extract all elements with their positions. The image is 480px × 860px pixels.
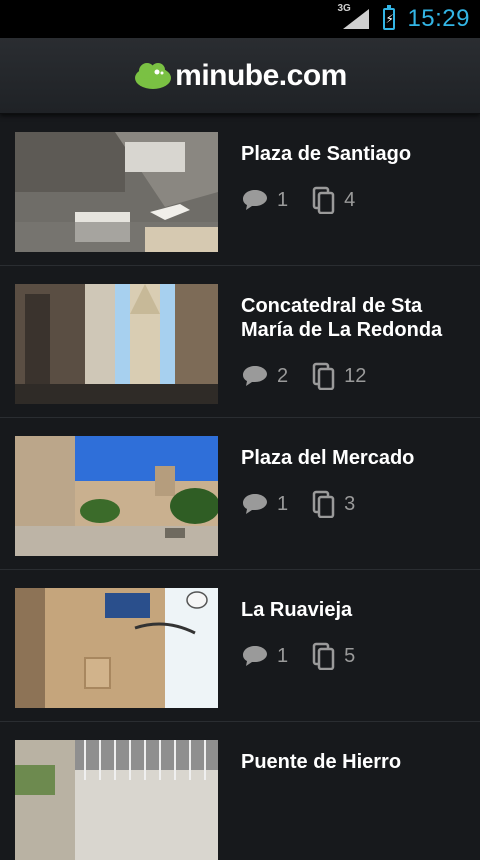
photo-stack-icon — [312, 362, 335, 390]
comment-count: 1 — [241, 188, 288, 212]
clock: 15:29 — [407, 5, 470, 32]
speech-bubble-icon — [243, 190, 267, 210]
place-thumbnail — [15, 740, 218, 860]
list-item[interactable]: La Ruavieja 1 5 — [0, 570, 480, 722]
logo-text: minube.com — [175, 58, 347, 92]
photo-stack-icon — [312, 186, 335, 214]
status-bar: 3G ⚡ 15:29 — [0, 0, 480, 38]
list-item[interactable]: Concatedral de Sta María de La Redonda 2… — [0, 266, 480, 418]
speech-bubble-icon — [243, 646, 267, 666]
place-title: La Ruavieja — [241, 599, 353, 621]
place-title: Puente de Hierro — [241, 751, 402, 773]
photo-stack-icon — [312, 490, 335, 518]
place-thumbnail — [15, 284, 218, 404]
list-item[interactable]: Puente de Hierro — [0, 722, 480, 860]
photo-count-value: 4 — [344, 188, 356, 211]
battery-icon: ⚡ — [383, 5, 396, 30]
places-list: Plaza de Santiago 1 4 Concatedral de Sta… — [0, 114, 480, 860]
photo-stack-icon — [312, 642, 335, 670]
place-title: Plaza de Santiago — [241, 143, 412, 165]
photo-count-value: 3 — [344, 492, 356, 515]
place-thumbnail — [15, 588, 218, 708]
speech-bubble-icon — [243, 494, 267, 514]
photo-count: 5 — [312, 642, 355, 670]
comment-count-value: 1 — [277, 644, 289, 667]
network-type: 3G — [337, 3, 351, 14]
comment-count: 1 — [241, 644, 288, 668]
signal-icon: 3G — [337, 3, 371, 31]
cloud-icon — [135, 62, 172, 89]
comment-count-value: 2 — [277, 364, 289, 387]
place-thumbnail — [15, 132, 218, 252]
comment-count-value: 1 — [277, 188, 289, 211]
photo-count: 12 — [312, 362, 366, 390]
photo-count: 4 — [312, 186, 355, 214]
comment-count-value: 1 — [277, 492, 289, 515]
comment-count: 2 — [241, 364, 288, 388]
minube-logo[interactable]: minube.com — [133, 59, 347, 93]
speech-bubble-icon — [243, 366, 267, 386]
place-title: Plaza del Mercado — [241, 447, 415, 469]
app-header: minube.com — [0, 38, 480, 114]
list-item[interactable]: Plaza de Santiago 1 4 — [0, 114, 480, 266]
comment-count: 1 — [241, 492, 288, 516]
place-title: Concatedral de Sta María de La Redonda — [241, 295, 443, 341]
place-thumbnail — [15, 436, 218, 556]
photo-count-value: 5 — [344, 644, 356, 667]
list-item[interactable]: Plaza del Mercado 1 3 — [0, 418, 480, 570]
photo-count-value: 12 — [344, 364, 367, 387]
photo-count: 3 — [312, 490, 355, 518]
